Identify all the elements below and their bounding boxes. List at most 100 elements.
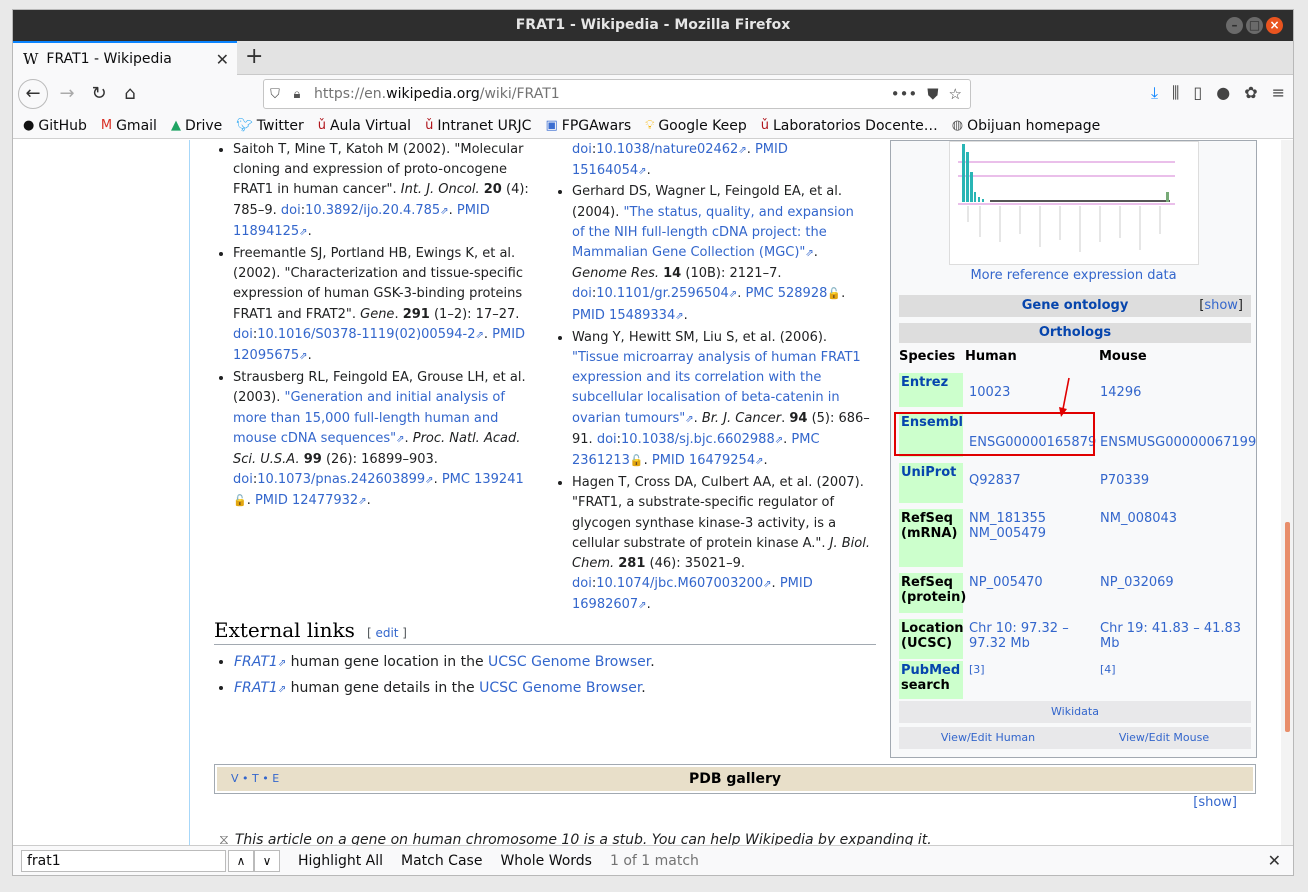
close-window-button[interactable]: × [1266, 17, 1283, 34]
find-next-button[interactable]: ∨ [254, 849, 280, 872]
tab-close-icon[interactable]: ✕ [216, 50, 229, 69]
url-text[interactable]: https://en.wikipedia.org/wiki/FRAT1 [314, 86, 891, 102]
reference-continued[interactable]: doi:10.1038/nature02462⇗. PMID 15164054⇗… [552, 140, 870, 182]
pocket-icon[interactable]: ⛊ [927, 85, 938, 103]
human-value[interactable]: NM_181355 NM_005479 [969, 511, 1099, 541]
bookmark-aula-virtual[interactable]: ǔ Aula Virtual [318, 118, 411, 134]
bookmark-obijuan-homepage[interactable]: ◍ Obijuan homepage [952, 118, 1100, 134]
bookmark-gmail[interactable]: M Gmail [101, 118, 157, 134]
section-heading: External links[ edit ] [214, 618, 876, 645]
back-button[interactable]: ← [18, 79, 48, 109]
twitter-icon: 🐦︎ [236, 118, 253, 133]
home-button[interactable]: ⌂ [116, 80, 144, 108]
mouse-value[interactable]: Chr 19: 41.83 – 41.83 Mb [1100, 621, 1255, 651]
reference-item[interactable]: Saitoh T, Mine T, Katoh M (2002). "Molec… [233, 140, 531, 243]
find-close-icon[interactable]: ✕ [1268, 851, 1281, 870]
bookmark-laboratorios-docente[interactable]: ǔ Laboratorios Docente… [761, 118, 938, 134]
bookmark-fpgawars[interactable]: ▣ FPGAwars [545, 118, 631, 134]
expression-chart-image[interactable] [949, 141, 1199, 265]
urjc-icon: ǔ [317, 118, 326, 133]
external-link-item: FRAT1⇗ human gene details in the UCSC Ge… [234, 676, 655, 702]
edit-section-link[interactable]: edit [375, 626, 398, 640]
reference-item[interactable]: Hagen T, Cross DA, Culbert AA, et al. (2… [572, 473, 870, 616]
gene-link[interactable]: FRAT1 [234, 654, 278, 670]
reference-item[interactable]: Freemantle SJ, Portland HB, Ewings K, et… [233, 244, 531, 367]
reload-button[interactable]: ↻ [85, 80, 113, 108]
species-label: RefSeq (protein) [899, 573, 966, 613]
ortholog-row-entrez: Entrez 10023 14296 [899, 373, 1251, 407]
reference-item[interactable]: Gerhard DS, Wagner L, Feingold EA, et al… [572, 182, 870, 326]
ucsc-link[interactable]: UCSC Genome Browser [488, 654, 650, 670]
tab-frat1[interactable]: W FRAT1 - Wikipedia ✕ [13, 41, 237, 75]
bookmark-drive[interactable]: ▲ Drive [171, 118, 222, 134]
bookmark-star-icon[interactable]: ☆ [949, 85, 962, 103]
species-label[interactable]: Entrez [899, 373, 963, 407]
shield-icon[interactable]: ⛉ [264, 87, 286, 102]
ucsc-link[interactable]: UCSC Genome Browser [479, 680, 641, 696]
github-icon: ● [23, 118, 35, 133]
highlight-all-toggle[interactable]: Highlight All [298, 853, 383, 869]
section-title: External links [214, 618, 355, 642]
view-edit-mouse-link[interactable]: View/Edit Mouse [1119, 727, 1209, 749]
vte-links[interactable]: V • T • E [231, 767, 279, 791]
find-input[interactable]: frat1 [21, 849, 226, 872]
more-expression-link[interactable]: More reference expression data [891, 268, 1256, 283]
extension-icon[interactable]: ✿ [1244, 83, 1257, 103]
account-icon[interactable]: ● [1216, 83, 1230, 103]
ensembl-highlight-box [894, 412, 1095, 456]
mouse-value[interactable]: 14296 [1100, 385, 1255, 400]
red-arrow-icon [1059, 377, 1070, 417]
navigation-toolbar: ← → ↻ ⌂ ⛉ 🔒︎ https://en.wikipedia.org/wi… [13, 75, 1293, 113]
minimize-button[interactable]: – [1226, 17, 1243, 34]
human-value[interactable]: NP_005470 [969, 575, 1099, 590]
menu-icon[interactable]: ≡ [1272, 83, 1285, 103]
view-edit-human-link[interactable]: View/Edit Human [941, 727, 1035, 749]
ortholog-row-pubmed-search: PubMed search [3] [4] [899, 661, 1251, 699]
human-value[interactable]: 10023 [969, 385, 1099, 400]
find-bar: frat1 ∧ ∨ Highlight All Match Case Whole… [13, 845, 1293, 875]
match-case-toggle[interactable]: Match Case [401, 853, 482, 869]
library-icon[interactable]: ⫼ [1172, 83, 1179, 103]
url-bar[interactable]: ⛉ 🔒︎ https://en.wikipedia.org/wiki/FRAT1… [263, 79, 971, 109]
bookmark-twitter[interactable]: 🐦︎ Twitter [236, 118, 303, 134]
gene-ontology-show-link[interactable]: show [1204, 298, 1238, 313]
gene-link[interactable]: FRAT1 [234, 680, 278, 696]
species-label[interactable]: UniProt [899, 463, 963, 503]
bookmark-github[interactable]: ● GitHub [23, 118, 87, 134]
navbox-show-link[interactable]: show [1198, 795, 1232, 810]
mouse-value[interactable]: [4] [1100, 663, 1255, 676]
forward-button[interactable]: → [53, 80, 81, 108]
species-label[interactable]: PubMed search [899, 661, 963, 699]
mouse-value[interactable]: P70339 [1100, 473, 1255, 488]
maximize-button[interactable]: □ [1246, 17, 1263, 34]
window-title: FRAT1 - Wikipedia - Mozilla Firefox [515, 17, 791, 33]
content-border [189, 140, 190, 845]
mouse-value[interactable]: NP_032069 [1100, 575, 1255, 590]
bookmark-google-keep[interactable]: 💡︎ Google Keep [645, 118, 747, 134]
human-value[interactable]: Q92837 [969, 473, 1099, 488]
reference-item[interactable]: Wang Y, Hewitt SM, Liu S, et al. (2006).… [572, 328, 870, 472]
page-scrollbar[interactable] [1281, 140, 1293, 845]
dna-stub-icon: ⧖ [219, 832, 229, 845]
mouse-value[interactable]: ENSMUSG00000067199 [1100, 435, 1256, 450]
gene-ontology-header[interactable]: Gene ontology [show] [899, 295, 1251, 317]
human-value[interactable]: [3] [969, 663, 1099, 676]
page-actions-icon[interactable]: ••• [891, 85, 918, 103]
human-value[interactable]: Chr 10: 97.32 – 97.32 Mb [969, 621, 1079, 651]
sidebar-icon[interactable]: ▯ [1193, 83, 1202, 103]
scrollbar-thumb[interactable] [1285, 522, 1290, 732]
ortholog-row-refseq-mrna: RefSeq (mRNA) NM_181355 NM_005479 NM_00804… [899, 509, 1251, 567]
lock-icon[interactable]: 🔒︎ [286, 87, 308, 102]
new-tab-button[interactable]: + [245, 44, 263, 69]
fpgawars-icon: ▣ [545, 118, 558, 133]
bookmark-intranet-urjc[interactable]: ǔ Intranet URJC [425, 118, 531, 134]
wikipedia-favicon-icon: W [23, 50, 39, 68]
find-previous-button[interactable]: ∧ [228, 849, 254, 872]
navbox-title: PDB gallery [688, 771, 782, 787]
reference-item[interactable]: Strausberg RL, Feingold EA, Grouse LH, e… [233, 368, 531, 512]
whole-words-toggle[interactable]: Whole Words [500, 853, 592, 869]
mouse-value[interactable]: NM_008043 [1100, 511, 1255, 526]
wikidata-link[interactable]: Wikidata [899, 701, 1251, 723]
gmail-icon: M [100, 118, 113, 133]
downloads-icon[interactable]: ⤓ [1151, 83, 1158, 103]
